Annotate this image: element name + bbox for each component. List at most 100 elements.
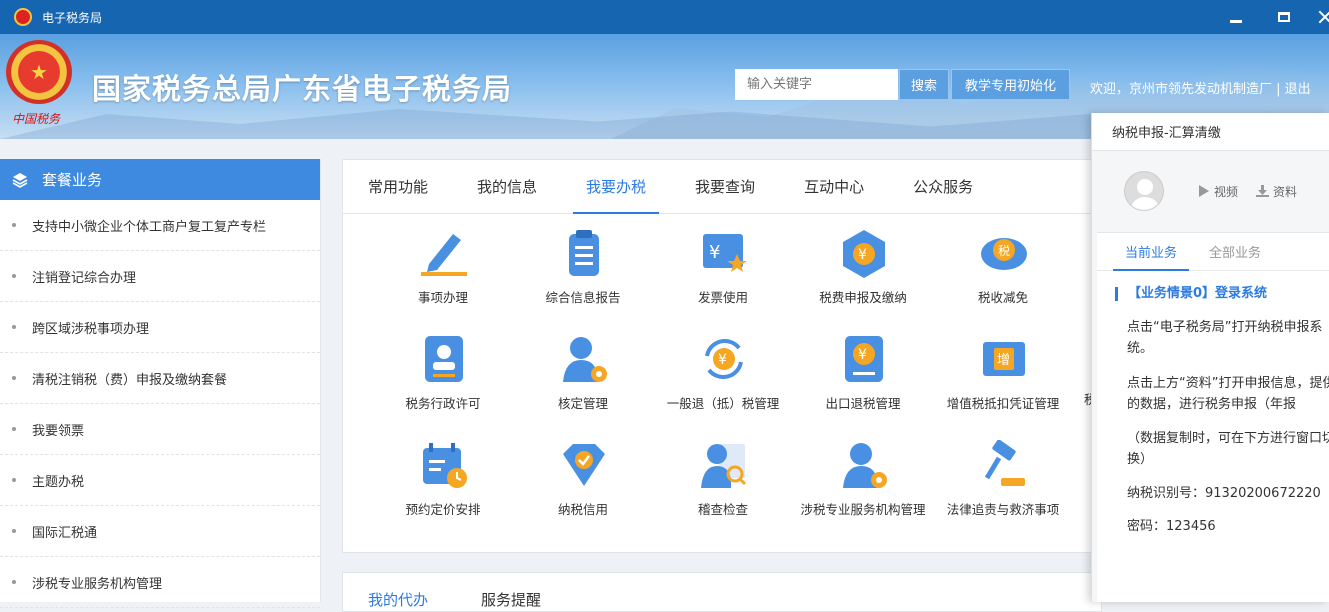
maximize-button[interactable] — [1264, 0, 1304, 34]
function-item-export-refund[interactable]: ¥ 出口退税管理 — [793, 334, 933, 424]
sidebar-header: 套餐业务 — [0, 159, 320, 200]
tab-tax-handling[interactable]: 我要办税 — [573, 159, 660, 214]
package-sidebar: 套餐业务 支持中小微企业个体工商户复工复产专栏 注销登记综合办理 跨区域涉税事项… — [0, 159, 321, 608]
video-label: 视频 — [1214, 184, 1239, 199]
bullet-icon — [12, 274, 16, 278]
maximize-icon — [1278, 12, 1290, 22]
function-label: 税费申报及缴纳 — [819, 290, 907, 305]
function-label: 法律追责与救济事项 — [946, 502, 1060, 517]
welcome-text[interactable]: 欢迎，京州市领先发动机制造厂 | 退出 — [1090, 78, 1311, 97]
download-icon — [1256, 184, 1270, 197]
popup-body: 当前业务 全部业务 【业务情景0】登录系统 点击“电子税务局”打开纳税申报系统。… — [1097, 232, 1329, 602]
tab-query[interactable]: 我要查询 — [682, 159, 768, 213]
teaching-init-button[interactable]: 教学专用初始化 — [951, 69, 1070, 100]
bullet-icon — [12, 580, 16, 584]
function-item-pricing[interactable]: 预约定价安排 — [373, 440, 513, 530]
function-item-credit[interactable]: 纳税信用 — [513, 440, 653, 530]
function-item-agency-mgmt[interactable]: 涉税专业服务机构管理 — [793, 440, 933, 530]
function-item-matter[interactable]: 事项办理 — [373, 228, 513, 318]
credit-diamond-icon — [563, 444, 605, 486]
function-item-info-report[interactable]: 综合信息报告 — [513, 228, 653, 318]
bullet-icon — [12, 427, 16, 431]
sidebar-item[interactable]: 注销登记综合办理 — [0, 251, 320, 302]
function-item-refund[interactable]: ¥ 一般退（抵）税管理 — [653, 334, 793, 424]
export-refund-icon: ¥ — [845, 336, 883, 382]
function-item-admin-license[interactable]: 税务行政许可 — [373, 334, 513, 424]
window-titlebar: 电子税务局 — [0, 0, 1329, 34]
minimize-button[interactable] — [1216, 0, 1256, 34]
scene-title: 【业务情景0】登录系统 — [1115, 287, 1267, 301]
function-label: 事项办理 — [417, 290, 468, 305]
tab-my-todo[interactable]: 我的代办 — [368, 589, 428, 610]
function-label: 一般退（抵）税管理 — [666, 396, 780, 411]
layers-icon — [12, 172, 28, 188]
tab-common[interactable]: 常用功能 — [355, 159, 441, 213]
national-emblem-icon: ★ — [6, 40, 72, 104]
sidebar-item-label: 我要领票 — [32, 423, 85, 439]
search-input[interactable] — [735, 69, 898, 100]
tab-service-reminder[interactable]: 服务提醒 — [481, 589, 541, 610]
avatar — [1124, 171, 1164, 211]
search-button[interactable]: 搜索 — [899, 69, 949, 100]
sidebar-item[interactable]: 国际汇税通 — [0, 506, 320, 557]
guide-paragraph: 点击“电子税务局”打开纳税申报系统。 — [1127, 320, 1323, 356]
tax-reduction-icon: 税 — [981, 238, 1027, 270]
function-label: 稽查检查 — [697, 502, 748, 517]
material-button[interactable]: 资料 — [1256, 183, 1297, 200]
tab-my-info[interactable]: 我的信息 — [464, 159, 550, 213]
play-icon — [1199, 185, 1209, 197]
tab-all-business[interactable]: 全部业务 — [1197, 232, 1273, 270]
tab-current-business[interactable]: 当前业务 — [1113, 232, 1190, 271]
function-item-legal[interactable]: 法律追责与救济事项 — [933, 440, 1073, 530]
sidebar-item[interactable]: 支持中小微企业个体工商户复工复产专栏 — [0, 200, 320, 251]
function-label: 纳税信用 — [557, 502, 608, 517]
function-label: 税务行政许可 — [405, 396, 481, 411]
bullet-icon — [12, 478, 16, 482]
sidebar-item-label: 注销登记综合办理 — [32, 270, 137, 286]
vat-voucher-icon: 增 — [983, 342, 1025, 376]
svg-text:增: 增 — [997, 353, 1010, 368]
function-label: 增值税抵扣凭证管理 — [946, 396, 1060, 411]
sidebar-title: 套餐业务 — [42, 171, 103, 189]
tab-public-service[interactable]: 公众服务 — [900, 159, 986, 213]
sidebar-item[interactable]: 清税注销税（费）申报及缴纳套餐 — [0, 353, 320, 404]
function-label: 核定管理 — [557, 396, 608, 411]
popup-toolbar: 视频 资料 — [1092, 151, 1329, 231]
function-item-tax-reduction[interactable]: 税 税收减免 — [933, 228, 1073, 318]
video-button[interactable]: 视频 — [1198, 183, 1238, 200]
function-label: 税收减免 — [977, 290, 1028, 305]
popup-tabs: 当前业务 全部业务 — [1097, 233, 1329, 271]
sidebar-item[interactable]: 跨区域涉税事项办理 — [0, 302, 320, 353]
function-item-inspection[interactable]: 稽查检查 — [653, 440, 793, 530]
guide-paragraph: （数据复制时，可在下方进行窗口切换） — [1127, 431, 1329, 467]
tab-interaction[interactable]: 互动中心 — [791, 159, 877, 213]
bullet-icon — [12, 529, 16, 533]
function-label: 预约定价安排 — [405, 502, 481, 517]
material-label: 资料 — [1273, 184, 1298, 199]
svg-text:¥: ¥ — [858, 247, 867, 263]
function-label: 出口退税管理 — [825, 396, 901, 411]
guide-popup: 纳税申报-汇算清缴 视频 资料 当前业务 全部业务 【业务情景0】登录系统 点击… — [1091, 113, 1329, 602]
bullet-icon — [12, 223, 16, 227]
function-item-invoice[interactable]: ¥ 发票使用 — [653, 228, 793, 318]
function-item-vat-voucher[interactable]: 增 增值税抵扣凭证管理 — [933, 334, 1073, 424]
sidebar-item-label: 涉税专业服务机构管理 — [32, 576, 163, 592]
function-item-assessment[interactable]: 核定管理 — [513, 334, 653, 424]
close-button[interactable] — [1305, 0, 1329, 34]
popup-title: 纳税申报-汇算清缴 — [1092, 113, 1329, 151]
refund-cycle-icon: ¥ — [705, 339, 743, 379]
minimize-icon — [1230, 19, 1242, 23]
svg-text:中国税务: 中国税务 — [12, 112, 61, 126]
calendar-clock-icon — [423, 443, 467, 488]
main-panel: 常用功能 我的信息 我要办税 我要查询 互动中心 公众服务 事项办理 综合信息报… — [342, 159, 1102, 553]
function-item-declare-pay[interactable]: ¥ 税费申报及缴纳 — [793, 228, 933, 318]
gavel-icon — [984, 440, 1025, 486]
guide-paragraph: 点击上方“资料”打开申报信息，提供的数据，进行税务申报（年报 — [1127, 376, 1329, 412]
sidebar-item-label: 跨区域涉税事项办理 — [32, 321, 150, 337]
sidebar-item[interactable]: 主题办税 — [0, 455, 320, 506]
window-title: 电子税务局 — [42, 10, 103, 25]
site-title: 国家税务总局广东省电子税务局 — [92, 72, 513, 106]
sidebar-item[interactable]: 我要领票 — [0, 404, 320, 455]
function-label: 涉税专业服务机构管理 — [800, 502, 926, 517]
sidebar-item[interactable]: 涉税专业服务机构管理 — [0, 557, 320, 608]
